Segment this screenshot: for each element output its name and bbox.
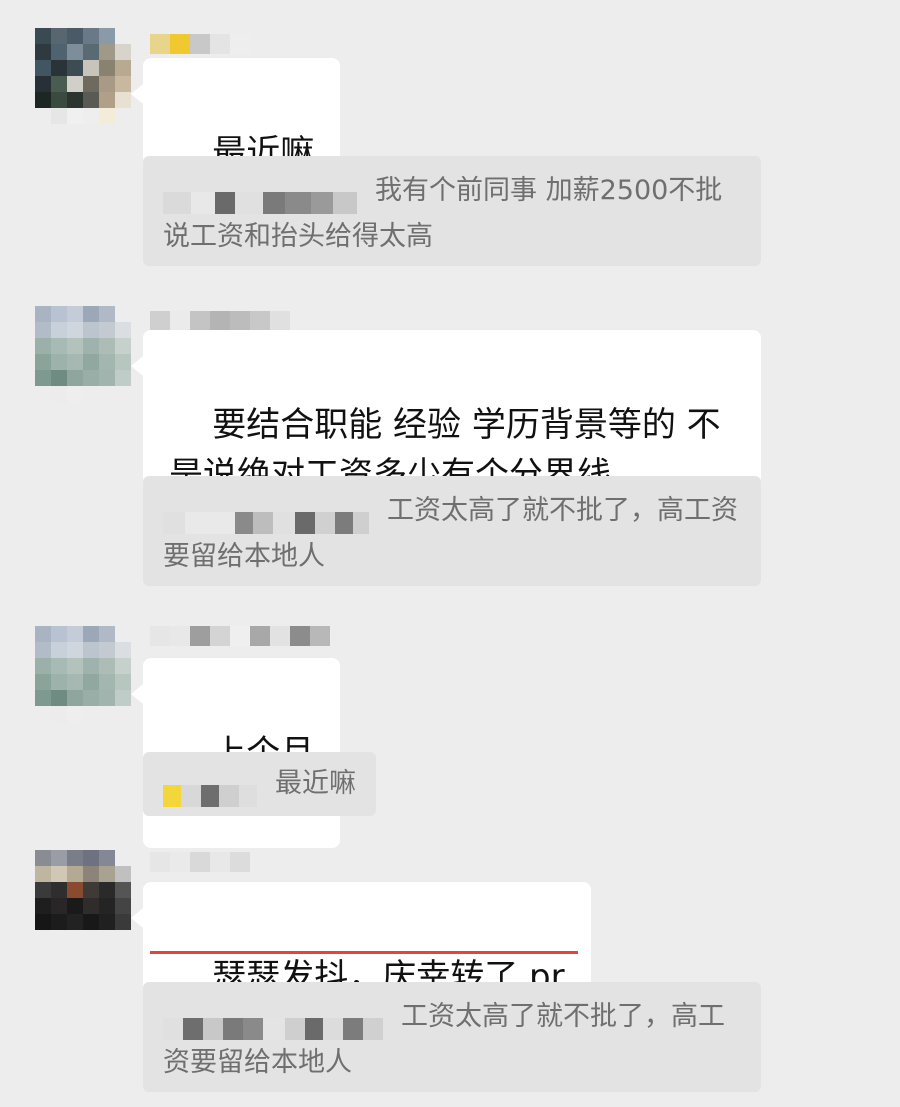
quoted-sender-redacted bbox=[163, 180, 357, 214]
sender-avatar[interactable] bbox=[35, 850, 131, 946]
sender-name-redacted bbox=[150, 311, 290, 331]
sender-avatar[interactable] bbox=[35, 28, 131, 124]
quoted-reply[interactable]: 工资太高了就不批了，高工资要留给本地人 bbox=[143, 476, 761, 586]
sender-avatar[interactable] bbox=[35, 626, 131, 722]
quoted-reply[interactable]: 我有个前同事 加薪2500不批 说工资和抬头给得太高 bbox=[143, 156, 761, 266]
sender-name-redacted bbox=[150, 34, 250, 54]
quoted-text: 最近嘛 bbox=[275, 768, 356, 799]
red-underline-highlight bbox=[150, 951, 578, 954]
sender-name-redacted bbox=[150, 852, 250, 872]
sender-avatar[interactable] bbox=[35, 306, 131, 402]
quoted-reply[interactable]: 工资太高了就不批了，高工资要留给本地人 bbox=[143, 982, 761, 1092]
sender-name-redacted bbox=[150, 626, 330, 646]
quoted-sender-redacted bbox=[163, 500, 369, 534]
quoted-sender-redacted bbox=[163, 773, 257, 807]
quoted-sender-redacted bbox=[163, 1006, 383, 1040]
quoted-reply[interactable]: 最近嘛 bbox=[143, 752, 376, 816]
